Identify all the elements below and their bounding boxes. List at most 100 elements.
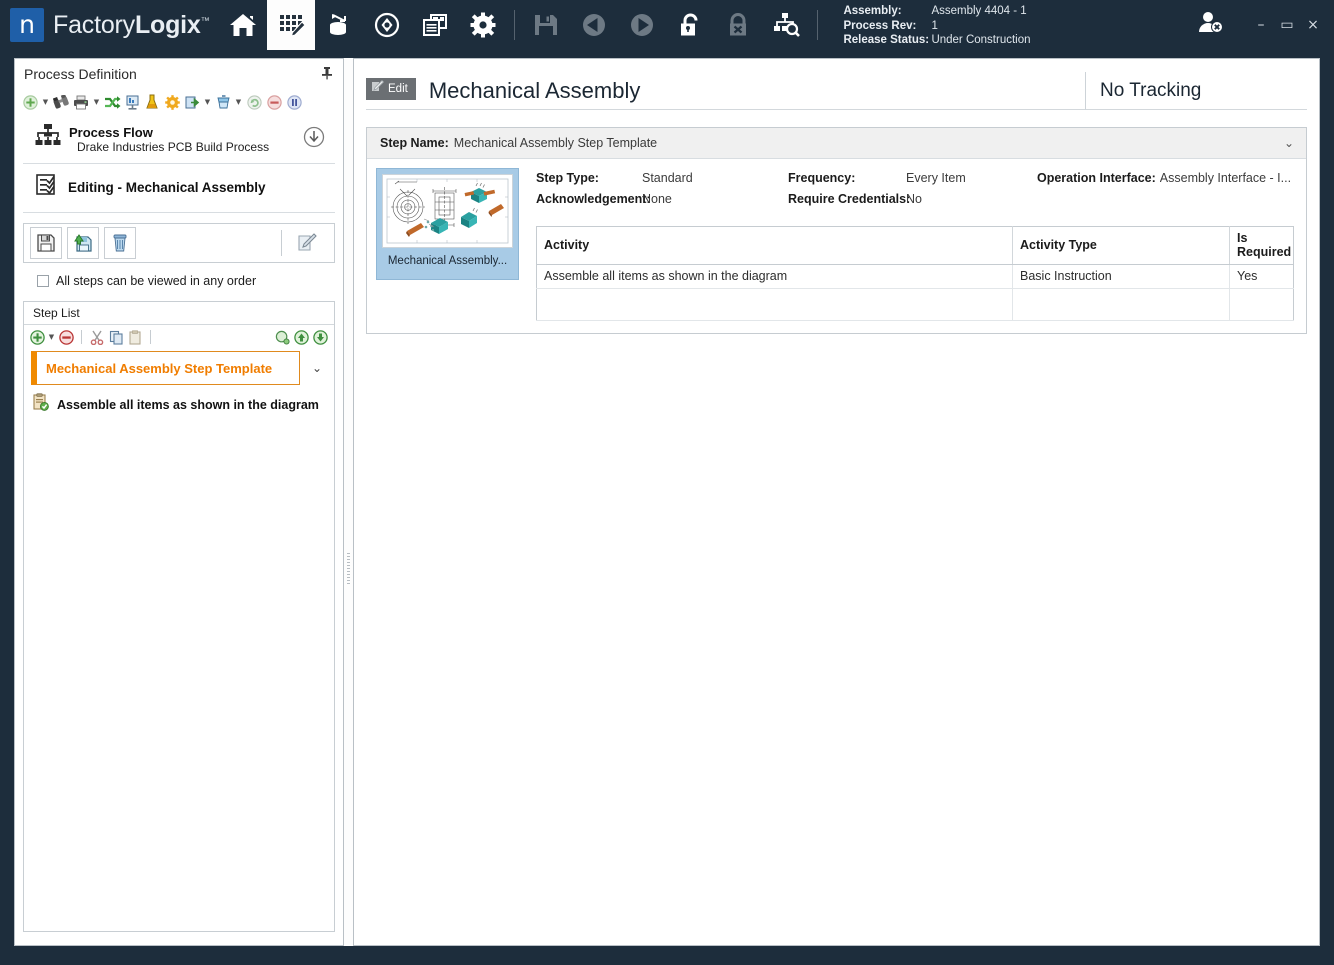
windows-icon[interactable] [411,0,459,50]
lock-revoke-icon[interactable] [714,0,762,50]
export-dropdown-caret[interactable]: ▼ [203,93,212,111]
thumbnail-caption: Mechanical Assembly... [382,248,513,274]
save-as-button[interactable] [67,227,99,259]
collapse-down-icon[interactable] [303,126,325,153]
move-up-icon[interactable] [292,328,310,346]
brand-second: Logix [135,11,201,39]
import-dropdown-caret[interactable]: ▼ [234,93,243,111]
save-icon[interactable] [522,0,570,50]
step-type-label: Step Type: [536,168,642,188]
step-name-header[interactable]: Step Name:Mechanical Assembly Step Templ… [367,128,1306,159]
report-icon[interactable] [123,93,141,111]
tracking-zone: No Tracking [1085,72,1307,110]
editing-row: Editing - Mechanical Assembly [23,164,335,213]
add-step-caret[interactable]: ▼ [47,328,56,346]
release-status-label: Release Status: [843,33,931,48]
user-logout-icon[interactable] [1196,9,1226,42]
require-credentials-value: No [906,189,922,209]
process-flow-row[interactable]: Process Flow Drake Industries PCB Build … [23,117,335,164]
chevron-down-icon[interactable]: ⌄ [300,361,334,375]
editing-actions-bar [23,223,335,263]
toolbar-separator-2 [817,10,818,40]
editing-label: Editing - Mechanical Assembly [68,180,266,195]
property-frequency: Frequency: Every Item [788,168,1037,188]
properties-column-1: Step Type: Standard Acknowledgement: Non… [536,168,788,210]
step-title-zone: Edit Mechanical Assembly [366,72,1085,110]
process-flow-icon [35,123,63,156]
delete-step-icon[interactable] [57,328,75,346]
table-row[interactable]: Assemble all items as shown in the diagr… [537,265,1294,289]
step-thumbnail[interactable]: Mechanical Assembly... [376,168,519,280]
all-steps-any-order-row: All steps can be viewed in any order [15,263,343,288]
list-item[interactable]: Assemble all items as shown in the diagr… [24,385,334,416]
find-binoculars-icon[interactable] [52,93,70,111]
cut-icon[interactable] [88,328,106,346]
shuffle-flow-icon[interactable] [103,93,121,111]
paste-icon[interactable] [126,328,144,346]
discard-button[interactable] [104,227,136,259]
search-structure-icon[interactable] [762,0,810,50]
settings-gear-icon[interactable] [163,93,181,111]
title-bar: n FactoryLogix™ [0,0,1334,50]
toolbar-separator [514,10,515,40]
main-toolbar [219,0,825,50]
panel-splitter[interactable] [344,58,353,946]
release-status-row: Release Status: Under Construction [843,33,1030,48]
editing-checklist-icon [35,173,59,202]
step-editor-header: Edit Mechanical Assembly No Tracking [354,59,1319,115]
step-list-header: Step List [24,302,334,325]
step-detail-body: Mechanical Assembly... Step Type: Standa… [367,159,1306,333]
step-list-item-selected[interactable]: Mechanical Assembly Step Template [31,351,300,385]
assembly-label: Assembly: [843,4,931,19]
settings-gear-icon[interactable] [459,0,507,50]
column-header-activity-type[interactable]: Activity Type [1013,227,1230,265]
materials-icon[interactable] [315,0,363,50]
property-require-credentials: Require Credentials: No [788,189,1037,209]
zoom-step-icon[interactable] [273,328,291,346]
acknowledgement-label: Acknowledgement: [536,189,642,209]
maximize-button[interactable]: ▭ [1274,12,1300,38]
home-icon[interactable] [219,0,267,50]
step-properties: Step Type: Standard Acknowledgement: Non… [536,168,1294,210]
logo-mark-icon: n [10,8,44,42]
column-header-is-required[interactable]: Is Required [1230,227,1294,265]
pause-icon[interactable] [285,93,303,111]
edit-notes-button[interactable] [294,230,320,256]
table-row-empty[interactable] [537,289,1294,321]
print-dropdown-caret[interactable]: ▼ [92,93,101,111]
save-button[interactable] [30,227,62,259]
add-step-icon[interactable] [28,328,46,346]
cell-empty-is-required [1230,289,1294,321]
close-button[interactable]: × [1300,12,1326,38]
column-header-activity[interactable]: Activity [537,227,1013,265]
step-name-text: Step Name:Mechanical Assembly Step Templ… [380,134,657,152]
pin-icon[interactable] [321,66,333,83]
assembly-value: Assembly 4404 - 1 [931,4,1026,19]
chevron-down-icon[interactable]: ⌄ [1284,136,1294,150]
all-steps-any-order-checkbox[interactable] [37,275,49,287]
export-icon[interactable] [183,93,201,111]
cell-empty-activity [537,289,1013,321]
unlock-icon[interactable] [666,0,714,50]
print-icon[interactable] [72,93,90,111]
edit-button[interactable]: Edit [366,78,416,100]
copy-icon[interactable] [107,328,125,346]
step-list-toolbar: ▼ [24,325,334,349]
stop-icon[interactable] [265,93,283,111]
refresh-icon[interactable] [245,93,263,111]
forward-arrow-icon[interactable] [618,0,666,50]
validate-icon[interactable] [143,93,161,111]
cell-empty-activity-type [1013,289,1230,321]
navigate-icon[interactable] [363,0,411,50]
step-editor-panel: Edit Mechanical Assembly No Tracking Ste… [353,58,1320,946]
add-dropdown-caret[interactable]: ▼ [41,93,50,111]
step-detail-card: Step Name:Mechanical Assembly Step Templ… [366,127,1307,334]
property-acknowledgement: Acknowledgement: None [536,189,788,209]
process-definition-icon[interactable] [267,0,315,50]
add-icon[interactable] [21,93,39,111]
import-icon[interactable] [214,93,232,111]
back-arrow-icon[interactable] [570,0,618,50]
edit-pencil-icon [371,80,384,98]
minimize-button[interactable]: – [1248,12,1274,38]
move-down-icon[interactable] [311,328,329,346]
